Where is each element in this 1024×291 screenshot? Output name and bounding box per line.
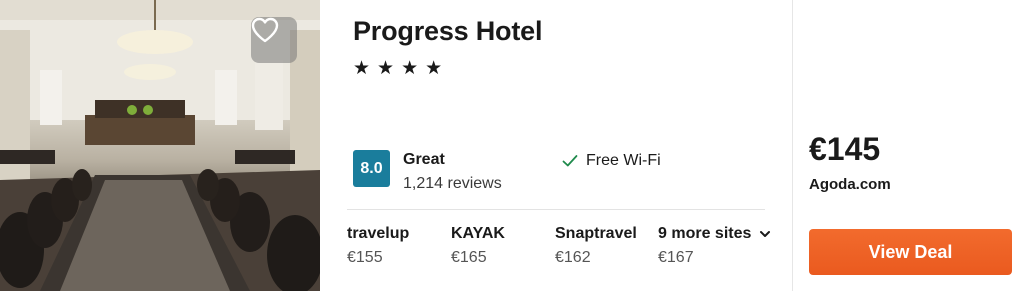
hotel-info: Progress Hotel ★ ★ ★ ★ 8.0 Great 1,214 revi…: [320, 0, 792, 291]
provider-snaptravel[interactable]: Snaptravel €162: [555, 225, 637, 267]
divider: [347, 209, 765, 210]
provider-price: €155: [347, 249, 383, 266]
provider-name: KAYAK: [451, 225, 505, 242]
amenity-wifi: Free Wi-Fi: [562, 152, 661, 170]
star-icon: ★: [425, 58, 443, 79]
best-price-site: Agoda.com: [809, 176, 891, 193]
rating-badge: 8.0: [353, 150, 390, 187]
star-icon: ★: [353, 58, 371, 79]
star-icon: ★: [377, 58, 395, 79]
hotel-name[interactable]: Progress Hotel: [353, 16, 542, 47]
chevron-down-icon: [760, 231, 771, 237]
view-deal-button[interactable]: View Deal: [809, 229, 1012, 275]
review-count[interactable]: 1,214 reviews: [403, 175, 502, 193]
best-deal: €145 Agoda.com View Deal: [793, 0, 1024, 291]
provider-price: €165: [451, 249, 487, 266]
provider-name: Snaptravel: [555, 225, 637, 242]
provider-price: €162: [555, 249, 591, 266]
provider-price: €167: [658, 249, 694, 266]
provider-travelup[interactable]: travelup €155: [347, 225, 409, 267]
best-price: €145: [809, 131, 881, 167]
checkmark-icon: [562, 155, 578, 167]
hotel-result-card: Progress Hotel ★ ★ ★ ★ 8.0 Great 1,214 revi…: [0, 0, 1024, 291]
provider-name: travelup: [347, 225, 410, 242]
amenity-label: Free Wi-Fi: [586, 152, 661, 169]
more-sites-dropdown[interactable]: 9 more sites €167: [658, 225, 771, 267]
rating-label: Great: [403, 151, 445, 168]
provider-name: 9 more sites: [658, 225, 752, 242]
hotel-photo[interactable]: [0, 0, 320, 291]
star-rating: ★ ★ ★ ★: [353, 59, 442, 79]
star-icon: ★: [401, 58, 419, 79]
favorite-button[interactable]: [251, 17, 297, 63]
heart-icon: [251, 17, 279, 43]
provider-kayak[interactable]: KAYAK €165: [451, 225, 505, 267]
more-sites-label-row: 9 more sites: [658, 225, 771, 243]
